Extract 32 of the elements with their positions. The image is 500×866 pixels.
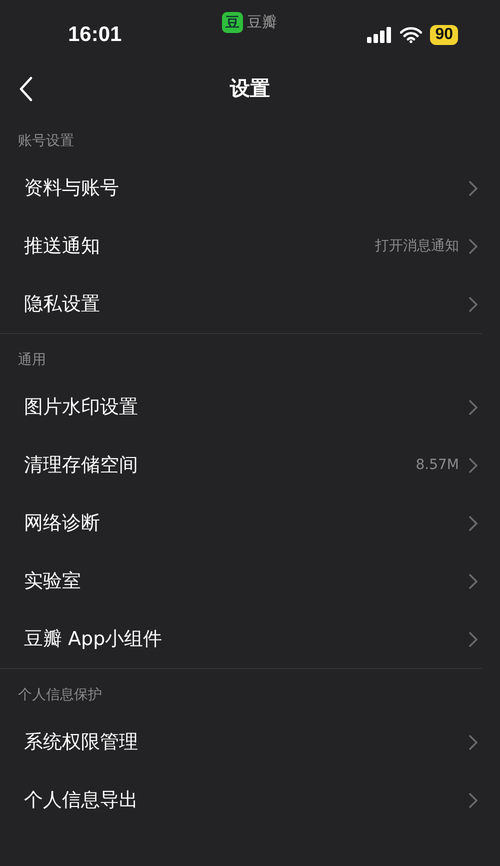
settings-row[interactable]: 系统权限管理 <box>0 713 482 771</box>
chevron-right-icon <box>469 734 478 750</box>
settings-row[interactable]: 网络诊断 <box>0 494 482 552</box>
settings-row[interactable]: 资料与账号 <box>0 159 482 217</box>
battery-level: 90 <box>430 25 458 45</box>
app-name: 豆瓣 <box>247 13 277 32</box>
chevron-right-icon <box>469 238 478 254</box>
settings-row[interactable]: 推送通知 打开消息通知 <box>0 217 482 275</box>
page-title: 设置 <box>230 74 270 102</box>
app-logo: 豆 <box>222 12 243 33</box>
section-header: 账号设置 <box>17 132 75 151</box>
chevron-right-icon <box>469 296 478 312</box>
signal-icon <box>367 27 392 43</box>
settings-row[interactable]: 清理存储空间 8.57M <box>0 436 482 494</box>
section-header: 通用 <box>17 351 47 370</box>
chevron-right-icon <box>469 180 478 196</box>
row-value: 打开消息通知 <box>375 237 459 255</box>
settings-row[interactable]: 实验室 <box>0 552 482 610</box>
settings-row[interactable]: 豆瓣 App小组件 <box>0 610 482 668</box>
chevron-right-icon <box>469 632 478 646</box>
chevron-right-icon <box>469 792 478 808</box>
settings-row[interactable]: 隐私设置 <box>0 275 482 333</box>
row-value: 8.57M <box>416 457 459 473</box>
chevron-right-icon <box>469 458 478 472</box>
wifi-icon <box>400 27 422 43</box>
settings-row[interactable]: 图片水印设置 <box>0 378 482 436</box>
chevron-right-icon <box>469 400 478 414</box>
clock-time: 16:01 <box>68 22 122 47</box>
section-header: 个人信息保护 <box>17 686 103 705</box>
chevron-right-icon <box>469 516 478 530</box>
settings-row[interactable]: 个人信息导出 <box>0 771 482 829</box>
chevron-right-icon <box>469 574 478 588</box>
